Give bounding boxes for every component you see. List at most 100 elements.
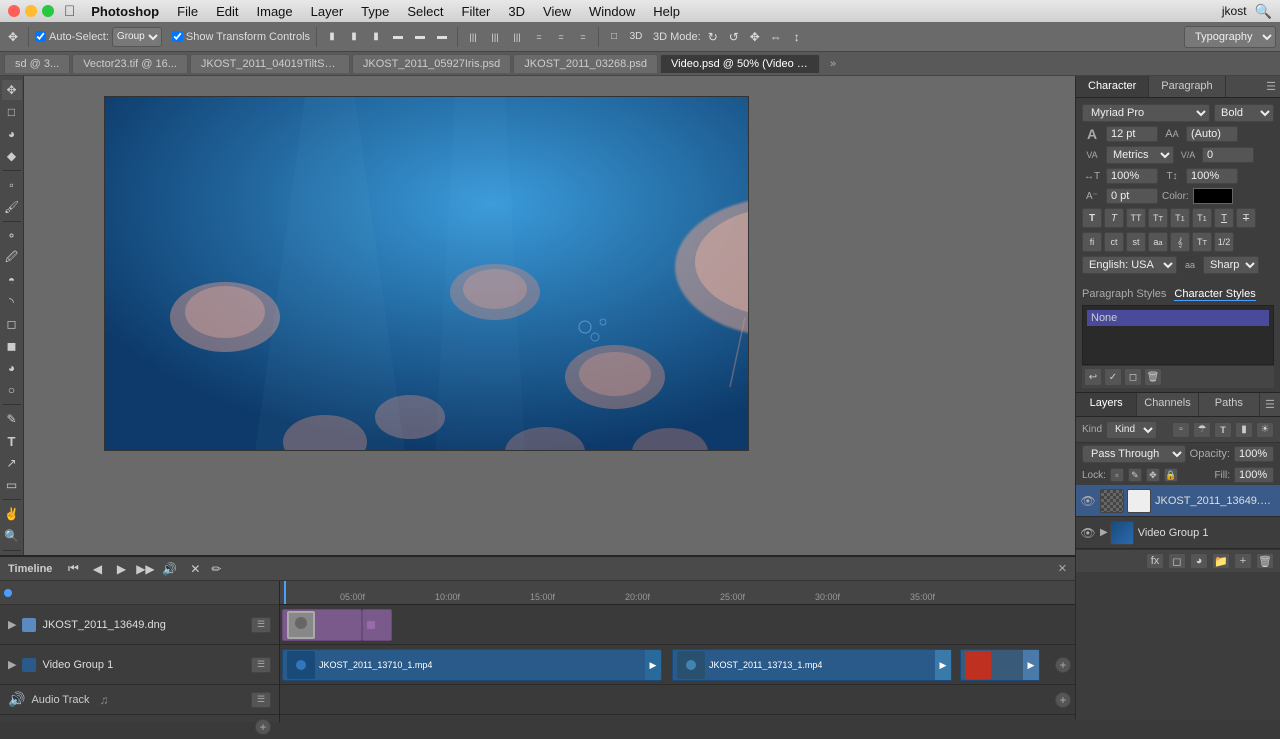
filter-pixel-icon[interactable]: ▫ [1172, 422, 1190, 438]
layer-row-1[interactable]: 👁 ▶ Video Group 1 [1076, 517, 1280, 549]
blur-tool[interactable]: ◕ [2, 358, 22, 378]
blend-mode-dropdown[interactable]: Pass ThroughNormalMultiplyScreen [1082, 445, 1186, 463]
align-center-h-icon[interactable]: ▮ [345, 28, 363, 46]
show-transform-checkbox[interactable] [172, 31, 183, 42]
adjustment-layer-button[interactable]: ◕ [1190, 553, 1208, 569]
menu-image[interactable]: Image [249, 2, 301, 21]
3d-mode-pan-icon[interactable]: ✥ [746, 28, 764, 46]
search-icon[interactable]: 🔍 [1255, 3, 1272, 20]
menu-layer[interactable]: Layer [303, 2, 352, 21]
ligature-button[interactable]: fi [1082, 232, 1102, 252]
skip-back-button[interactable]: ⏮ [64, 560, 82, 578]
lock-transparent-button[interactable]: ▫ [1110, 468, 1124, 482]
select-rect-tool[interactable]: □ [2, 102, 22, 122]
auto-select-dropdown[interactable]: GroupLayer [112, 27, 162, 47]
menu-type[interactable]: Type [353, 2, 397, 21]
font-size-input[interactable] [1106, 126, 1158, 142]
distribute-center-h-icon[interactable]: ||| [486, 28, 504, 46]
clip-0-still[interactable] [282, 609, 362, 641]
kerning-dropdown[interactable]: MetricsOptical0 [1106, 146, 1174, 164]
align-center-v-icon[interactable]: ▬ [411, 28, 429, 46]
audio-track-settings[interactable]: ☰ [251, 692, 271, 708]
track-0-settings[interactable]: ☰ [251, 617, 271, 633]
step-forward-button[interactable]: ▶▶ [136, 560, 154, 578]
small-caps-button[interactable]: TT [1148, 208, 1168, 228]
old-style-button[interactable]: st [1126, 232, 1146, 252]
lock-position-button[interactable]: ✥ [1146, 468, 1160, 482]
tab-3[interactable]: JKOST_2011_05927Iris.psd [352, 54, 511, 73]
clip-1-video-1[interactable]: JKOST_2011_13713_1.mp4 ▶ [672, 649, 952, 681]
timeline-playhead-indicator[interactable] [4, 589, 12, 597]
paths-tab[interactable]: Paths [1199, 393, 1260, 416]
track-1-settings[interactable]: ☰ [251, 657, 271, 673]
tab-character[interactable]: Character [1076, 76, 1149, 97]
menu-window[interactable]: Window [581, 2, 643, 21]
clip-1-video-0[interactable]: JKOST_2011_13710_1.mp4 ▶ [282, 649, 662, 681]
baseline-input[interactable] [1106, 188, 1158, 204]
character-styles-tab[interactable]: Character Styles [1174, 288, 1255, 301]
arrange-icon[interactable]: □ [605, 28, 623, 46]
align-left-icon[interactable]: ▮ [323, 28, 341, 46]
contextual-button[interactable]: 1/2 [1214, 232, 1234, 252]
tab-2[interactable]: JKOST_2011_04019TiltShift.psd [190, 54, 350, 73]
tab-paragraph[interactable]: Paragraph [1149, 76, 1225, 97]
audio-track-volume[interactable]: 🔊 [8, 691, 25, 708]
italic-button[interactable]: T [1104, 208, 1124, 228]
layers-tab[interactable]: Layers [1076, 393, 1137, 416]
filter-type-icon[interactable]: T [1214, 422, 1232, 438]
layer-1-visibility[interactable]: 👁 [1080, 525, 1096, 541]
menu-view[interactable]: View [535, 2, 579, 21]
filter-shape-icon[interactable]: ▮ [1235, 422, 1253, 438]
close-button[interactable] [8, 5, 20, 17]
tab-overflow-button[interactable]: » [822, 55, 844, 73]
add-track-button[interactable]: + [255, 719, 271, 735]
checkmark-style-button[interactable]: ✓ [1104, 368, 1122, 386]
layer-row-0[interactable]: 👁 JKOST_2011_13649.dng [1076, 485, 1280, 517]
layer-effects-button[interactable]: fx [1146, 553, 1164, 569]
layer-0-visibility[interactable]: 👁 [1080, 493, 1096, 509]
distribute-bottom-icon[interactable]: = [574, 28, 592, 46]
clone-tool[interactable]: ◓ [2, 270, 22, 290]
path-select-tool[interactable]: ↗ [2, 453, 22, 473]
eraser-tool[interactable]: ◻ [2, 314, 22, 334]
distribute-center-v-icon[interactable]: = [552, 28, 570, 46]
hand-tool[interactable]: ✌ [2, 504, 22, 524]
add-clip-track-1[interactable]: + [1055, 657, 1071, 673]
lock-pixel-button[interactable]: ✎ [1128, 468, 1142, 482]
char-panel-menu[interactable]: ☰ [1262, 76, 1280, 97]
font-family-dropdown[interactable]: Myriad Pro [1082, 104, 1210, 122]
timeline-close-button[interactable]: ✕ [1058, 562, 1067, 575]
dodge-tool[interactable]: ○ [2, 380, 22, 400]
auto-select-checkbox[interactable] [35, 31, 46, 42]
brush-tool[interactable]: 🖉 [2, 248, 22, 268]
timeline-playhead[interactable] [284, 581, 286, 604]
zoom-tool[interactable]: 🔍 [2, 526, 22, 546]
tab-4[interactable]: JKOST_2011_03268.psd [513, 54, 658, 73]
text-color-swatch[interactable] [1193, 188, 1233, 204]
menu-select[interactable]: Select [399, 2, 451, 21]
shape-tool[interactable]: ▭ [2, 475, 22, 495]
menu-filter[interactable]: Filter [454, 2, 499, 21]
move-tool-icon[interactable]: ✥ [4, 28, 22, 46]
quick-select-tool[interactable]: ◆ [2, 146, 22, 166]
swash-button[interactable]: 𝄞 [1170, 232, 1190, 252]
trim-button[interactable]: ✏ [207, 560, 225, 578]
menu-3d[interactable]: 3D [500, 2, 533, 21]
underline-button[interactable]: T [1214, 208, 1234, 228]
tab-0[interactable]: sd @ 3... [4, 54, 70, 73]
distribute-top-icon[interactable]: = [530, 28, 548, 46]
track-0-expand[interactable]: ▶ [8, 618, 16, 631]
menu-photoshop[interactable]: Photoshop [83, 2, 167, 21]
3d-mode-rotate-icon[interactable]: ↻ [704, 28, 722, 46]
add-audio-track[interactable]: + [1055, 692, 1071, 708]
workspace-selector[interactable]: TypographyEssentialsDesign [1184, 26, 1276, 48]
all-caps-button[interactable]: TT [1126, 208, 1146, 228]
layer-mask-button[interactable]: ◻ [1168, 553, 1186, 569]
antialiasing-dropdown[interactable]: SharpCrispStrongSmooth [1203, 256, 1259, 274]
clip-0-video[interactable] [362, 609, 392, 641]
step-back-button[interactable]: ◀ [88, 560, 106, 578]
zoom-button[interactable] [42, 5, 54, 17]
gradient-tool[interactable]: ◼ [2, 336, 22, 356]
new-layer-button[interactable]: + [1234, 553, 1252, 569]
language-dropdown[interactable]: English: USA [1082, 256, 1177, 274]
